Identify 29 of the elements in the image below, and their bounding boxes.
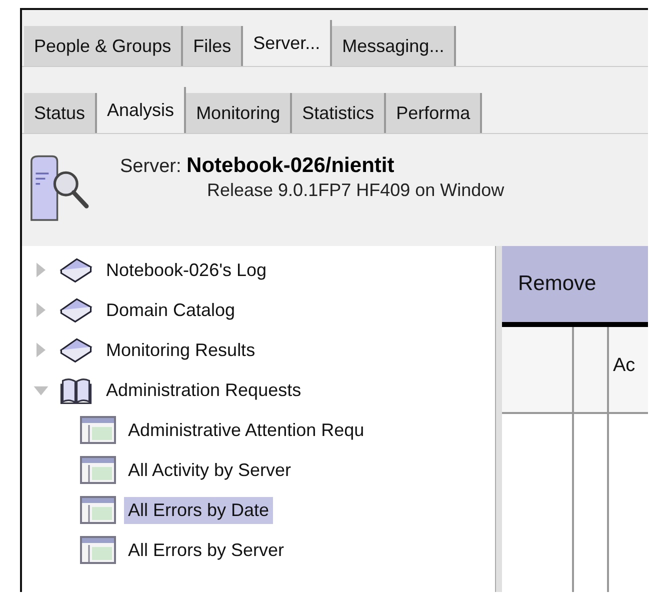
view-icon <box>80 416 116 444</box>
splitter[interactable] <box>495 246 502 592</box>
tree-item[interactable]: Domain Catalog <box>102 296 240 324</box>
sub-tab[interactable]: Performa <box>386 93 482 133</box>
book-icon <box>58 296 94 324</box>
main-tab[interactable]: People & Groups <box>24 26 184 66</box>
main-tab[interactable]: Messaging... <box>332 26 456 66</box>
sub-tab[interactable]: Status <box>24 93 98 133</box>
sub-tab[interactable]: Monitoring <box>186 93 292 133</box>
release-text: Release 9.0.1FP7 HF409 on Window <box>206 180 504 201</box>
book-icon <box>58 256 94 284</box>
sub-tab[interactable]: Statistics <box>292 93 386 133</box>
main-tab[interactable]: Files <box>183 26 244 66</box>
open-book-icon <box>58 376 94 404</box>
server-name: Notebook-026/nientit <box>186 154 394 177</box>
server-search-icon <box>28 154 90 224</box>
tree-item[interactable]: Administration Requests <box>102 376 306 404</box>
tree-item[interactable]: Administrative Attention Requ <box>124 416 368 444</box>
view-icon <box>80 536 116 564</box>
tree-item[interactable]: All Activity by Server <box>124 456 296 484</box>
tree-item[interactable]: All Errors by Date <box>124 496 274 524</box>
view-icon <box>80 496 116 524</box>
tree-item[interactable]: Notebook-026's Log <box>102 256 271 284</box>
server-label: Server: <box>120 156 182 177</box>
remove-button[interactable]: Remove <box>518 272 596 296</box>
tree-item[interactable]: All Errors by Server <box>124 536 288 564</box>
book-icon <box>58 336 94 364</box>
tree-item[interactable]: Monitoring Results <box>102 336 260 364</box>
view-icon <box>80 456 116 484</box>
